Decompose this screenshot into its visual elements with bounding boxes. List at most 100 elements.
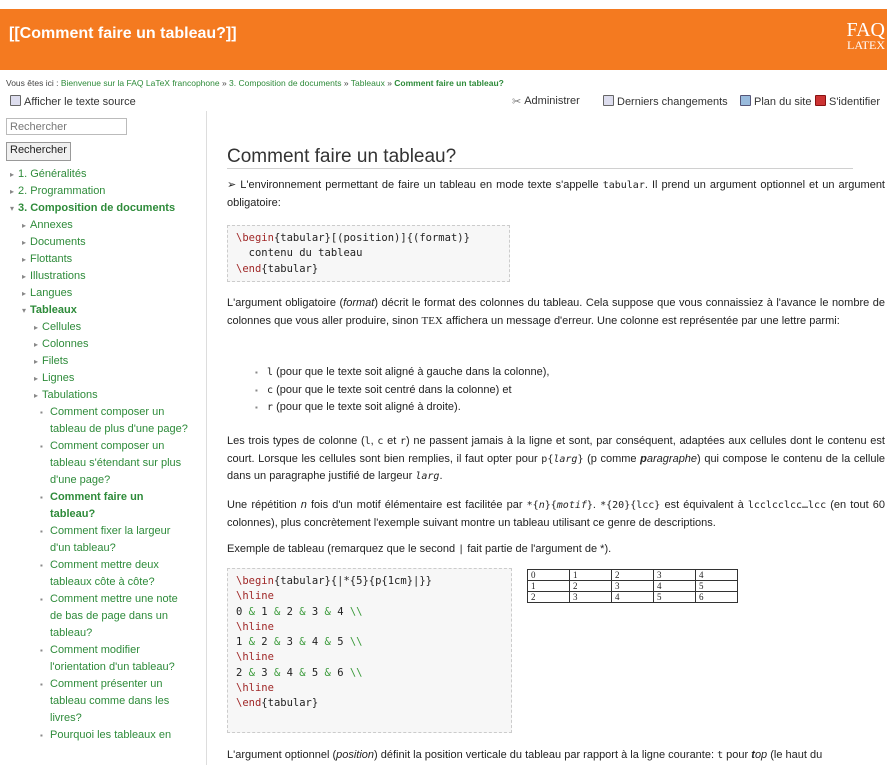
bullet-icon: ▪ xyxy=(40,408,43,417)
breadcrumb-tableaux-link[interactable]: Tableaux xyxy=(351,78,385,88)
admin-link[interactable]: ✂ Administrer xyxy=(512,95,580,108)
nav-question[interactable]: ▪ Comment composer un tableau de plus d'u… xyxy=(6,404,190,438)
nav-link[interactable]: 1. Généralités xyxy=(18,168,86,180)
nav-question[interactable]: ▪ Comment fixer la largeur d'un tableau? xyxy=(6,523,190,557)
nav-item[interactable]: ▸ 1. Généralités xyxy=(6,166,202,183)
nav-link[interactable]: Colonnes xyxy=(42,338,88,350)
nav-link[interactable]: Pourquoi les tableaux en xyxy=(50,729,171,741)
nav-link[interactable]: Comment composer un tableau s'étendant s… xyxy=(50,440,181,486)
expand-arrow-icon: ▸ xyxy=(10,170,15,179)
paragraph-repetition: Une répétition n fois d'un motif élément… xyxy=(227,499,885,529)
nav-link[interactable]: Langues xyxy=(30,287,72,299)
paragraph-example-intro: Exemple de tableau (remarquez que le sec… xyxy=(227,543,612,555)
nav-link[interactable]: Comment faire un tableau? xyxy=(50,491,144,520)
search-button[interactable]: Rechercher xyxy=(6,142,71,161)
nav-link[interactable]: Comment composer un tableau de plus d'un… xyxy=(50,406,188,435)
nav-link[interactable]: Filets xyxy=(42,355,68,367)
bullet-icon: ▪ xyxy=(40,442,43,451)
nav-link[interactable]: Cellules xyxy=(42,321,81,333)
table-row: 2 3 4 5 6 xyxy=(527,591,738,603)
nav-link[interactable]: 3. Composition de documents xyxy=(18,202,175,214)
table-cell: 5 xyxy=(653,591,696,603)
sidebar: Rechercher Rechercher ▸ 1. Généralités ▸ 2… xyxy=(0,111,207,765)
recent-changes-link[interactable]: Derniers changements xyxy=(603,95,728,108)
nav-link[interactable]: Flottants xyxy=(30,253,72,265)
breadcrumb-sep: » xyxy=(341,78,351,88)
nav-question[interactable]: ▪ Pourquoi les tableaux en xyxy=(6,727,190,744)
paragraph-intro: ➢ L'environnement permettant de faire un… xyxy=(227,179,885,209)
table-cell: 3 xyxy=(653,569,696,581)
nav-question[interactable]: ▪ Comment mettre une note de bas de page … xyxy=(6,591,190,642)
faq-latex-logo[interactable]: FAQ LATEX xyxy=(846,20,885,51)
nav-link[interactable]: Comment modifier l'orientation d'un tabl… xyxy=(50,644,175,673)
bullet-icon: ▪ xyxy=(40,595,43,604)
nav-item[interactable]: ▸ Filets xyxy=(6,353,202,370)
breadcrumb: Vous êtes ici : Bienvenue sur la FAQ LaT… xyxy=(6,78,504,88)
nav-link[interactable]: Comment mettre deux tableaux côte à côte… xyxy=(50,559,159,588)
nav-item[interactable]: ▸ Tabulations xyxy=(6,387,202,404)
nav-item[interactable]: ▸ Colonnes xyxy=(6,336,202,353)
column-types-list: l (pour que le texte soit aligné à gauch… xyxy=(255,364,549,417)
login-link[interactable]: S'identifier xyxy=(815,95,880,108)
paragraph-format: L'argument obligatoire (format) décrit l… xyxy=(227,297,885,327)
table-cell: 0 xyxy=(527,569,570,581)
nav-link[interactable]: Tabulations xyxy=(42,389,98,401)
nav-question[interactable]: ▪ Comment modifier l'orientation d'un tab… xyxy=(6,642,190,676)
breadcrumb-prefix: Vous êtes ici : xyxy=(6,78,61,88)
sitemap-icon xyxy=(740,95,751,106)
nav-link[interactable]: Documents xyxy=(30,236,86,248)
nav-question-current[interactable]: ▪ Comment faire un tableau? xyxy=(6,489,190,523)
paragraph-column-types: Les trois types de colonne (l, c et r) n… xyxy=(227,435,885,482)
nav-link[interactable]: 2. Programmation xyxy=(18,185,105,197)
table-cell: 1 xyxy=(569,569,612,581)
nav-item[interactable]: ▸ Flottants xyxy=(6,251,202,268)
table-cell: 4 xyxy=(695,569,738,581)
nav-item[interactable]: ▸ Langues xyxy=(6,285,202,302)
nav-link[interactable]: Tableaux xyxy=(30,304,77,316)
breadcrumb-current: Comment faire un tableau? xyxy=(394,78,504,88)
page-source-icon xyxy=(10,95,21,106)
nav-link[interactable]: Comment mettre une note de bas de page d… xyxy=(50,593,178,639)
nav-question[interactable]: ▪ Comment composer un tableau s'étendant … xyxy=(6,438,190,489)
nav-question[interactable]: ▪ Comment mettre deux tableaux côte à côt… xyxy=(6,557,190,591)
breadcrumb-home-link[interactable]: Bienvenue sur la FAQ LaTeX francophone xyxy=(61,78,220,88)
recent-changes-label: Derniers changements xyxy=(617,96,728,108)
table-cell: 3 xyxy=(611,580,654,592)
nav-link[interactable]: Illustrations xyxy=(30,270,86,282)
nav-link[interactable]: Comment fixer la largeur d'un tableau? xyxy=(50,525,170,554)
expand-arrow-icon: ▸ xyxy=(34,357,39,366)
expand-arrow-icon: ▸ xyxy=(34,323,39,332)
nav-question[interactable]: ▪ Comment présenter un tableau comme dans… xyxy=(6,676,190,727)
nav-item[interactable]: ▸ Annexes xyxy=(6,217,202,234)
main-content: Comment faire un tableau? ➢ L'environnem… xyxy=(227,111,885,765)
nav-link[interactable]: Annexes xyxy=(30,219,73,231)
nav-item[interactable]: ▾ 3. Composition de documents xyxy=(6,200,202,217)
table-cell: 4 xyxy=(653,580,696,592)
search-input[interactable]: Rechercher xyxy=(6,118,127,135)
table-row: 1 2 3 4 5 xyxy=(527,580,738,592)
tools-icon: ✂ xyxy=(512,96,522,108)
nav-link[interactable]: Lignes xyxy=(42,372,74,384)
nav-item[interactable]: ▸ 2. Programmation xyxy=(6,183,202,200)
nav-item[interactable]: ▾ Tableaux xyxy=(6,302,202,319)
nav-item[interactable]: ▸ Documents xyxy=(6,234,202,251)
list-item: r (pour que le texte soit aligné à droit… xyxy=(255,399,549,417)
bullet-icon: ▪ xyxy=(40,493,43,502)
admin-label: Administrer xyxy=(524,95,580,107)
nav-item[interactable]: ▸ Cellules xyxy=(6,319,202,336)
breadcrumb-section-link[interactable]: 3. Composition de documents xyxy=(229,78,341,88)
page-heading: [[Comment faire un tableau?]] xyxy=(9,25,237,42)
collapse-arrow-icon: ▾ xyxy=(22,306,27,315)
nav-link[interactable]: Comment présenter un tableau comme dans … xyxy=(50,678,169,724)
sitemap-link[interactable]: Plan du site xyxy=(740,95,811,108)
bullet-icon: ▪ xyxy=(40,527,43,536)
article-title: Comment faire un tableau? xyxy=(227,147,853,170)
nav-item[interactable]: ▸ Lignes xyxy=(6,370,202,387)
show-source-link[interactable]: Afficher le texte source xyxy=(10,95,136,108)
sitemap-label: Plan du site xyxy=(754,96,812,108)
nav-item[interactable]: ▸ Illustrations xyxy=(6,268,202,285)
code-block-syntax: \begin{tabular}[(position)]{(format)} co… xyxy=(227,225,510,282)
top-strip xyxy=(0,0,887,9)
site-header: [[Comment faire un tableau?]] FAQ LATEX xyxy=(0,9,887,70)
paragraph-position: L'argument optionnel (position) définit … xyxy=(227,749,823,761)
